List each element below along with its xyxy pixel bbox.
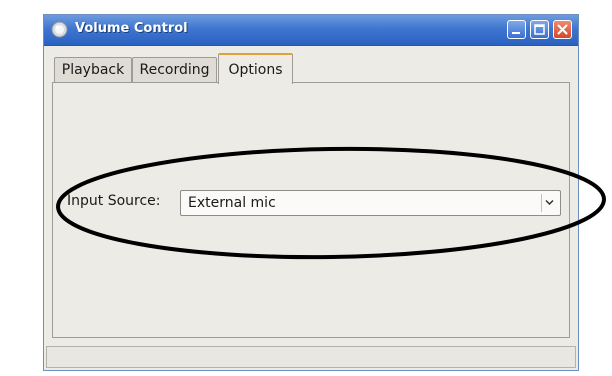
chevron-down-icon bbox=[545, 200, 554, 205]
input-source-label: Input Source: bbox=[67, 193, 161, 209]
minimize-button[interactable] bbox=[507, 20, 526, 39]
maximize-button[interactable] bbox=[530, 20, 549, 39]
maximize-icon bbox=[534, 24, 545, 35]
title-bar[interactable]: Volume Control bbox=[44, 15, 578, 46]
tab-options[interactable]: Options bbox=[218, 53, 293, 84]
input-source-select[interactable]: External mic bbox=[180, 190, 561, 216]
tab-playback[interactable]: Playback bbox=[54, 57, 132, 82]
tab-recording[interactable]: Recording bbox=[132, 57, 217, 82]
input-source-value: External mic bbox=[188, 195, 276, 211]
app-volume-icon bbox=[51, 21, 68, 38]
status-bar bbox=[46, 346, 576, 368]
screen: Volume Control Playback Recording Option… bbox=[0, 0, 612, 376]
close-button[interactable] bbox=[553, 20, 572, 39]
window-title: Volume Control bbox=[75, 21, 188, 36]
close-icon bbox=[557, 24, 568, 35]
minimize-icon bbox=[512, 32, 520, 34]
volume-control-window: Volume Control Playback Recording Option… bbox=[43, 14, 579, 371]
dropdown-button[interactable] bbox=[541, 194, 557, 212]
options-panel: Input Source: External mic bbox=[52, 82, 570, 338]
